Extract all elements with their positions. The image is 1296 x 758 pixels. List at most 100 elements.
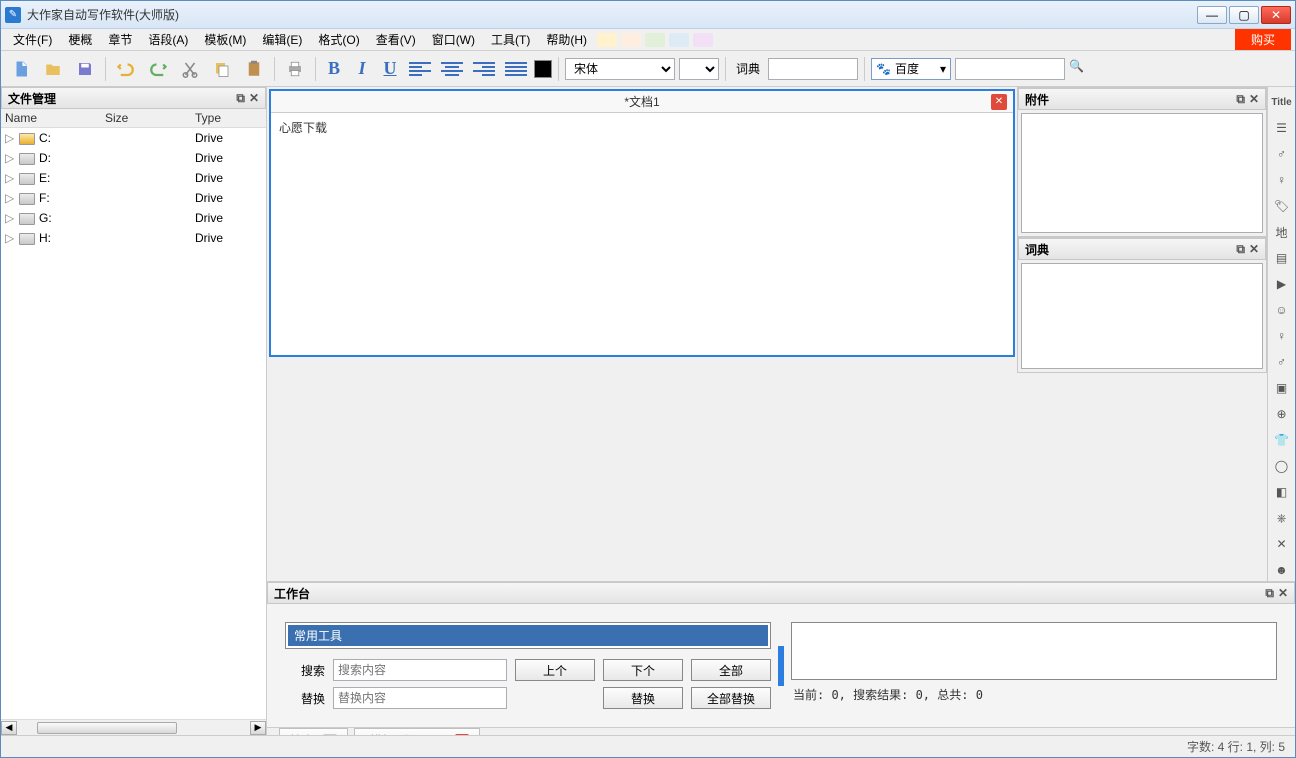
female-icon[interactable]: ♀ <box>1271 169 1293 191</box>
undock-icon[interactable]: ⧉ <box>236 91 245 106</box>
open-file-icon[interactable] <box>39 55 67 83</box>
attach-panel-header[interactable]: 附件 ⧉✕ <box>1018 88 1266 110</box>
worktable-preview[interactable] <box>791 622 1277 680</box>
page-icon[interactable]: ▤ <box>1271 247 1293 269</box>
undock-icon[interactable]: ⧉ <box>1236 92 1245 107</box>
circle-icon[interactable]: ◯ <box>1271 455 1293 477</box>
copy-icon[interactable] <box>208 55 236 83</box>
panel-close-icon[interactable]: ✕ <box>1278 586 1288 601</box>
menu-segment[interactable]: 语段(A) <box>140 29 196 50</box>
menu-outline[interactable]: 梗概 <box>60 29 100 50</box>
tag-icon[interactable]: 🏷 <box>1271 195 1293 217</box>
dict-body[interactable] <box>1021 263 1263 369</box>
search-input[interactable] <box>333 659 507 681</box>
head-icon[interactable]: ☺ <box>1271 299 1293 321</box>
file-tree[interactable]: ▷C:Drive ▷D:Drive ▷E:Drive ▷F:Drive ▷G:D… <box>1 128 266 719</box>
list-item-selected[interactable]: 常用工具 <box>288 625 768 646</box>
color-swatch-2[interactable] <box>621 33 641 47</box>
align-center-button[interactable] <box>438 55 466 83</box>
replace-button[interactable]: 替换 <box>603 687 683 709</box>
venus-icon[interactable]: ♀ <box>1271 325 1293 347</box>
align-left-button[interactable] <box>406 55 434 83</box>
fontsize-select[interactable] <box>679 58 719 80</box>
color-swatch-3[interactable] <box>645 33 665 47</box>
splitter-handle[interactable] <box>778 646 784 686</box>
cross-icon[interactable]: ✕ <box>1271 533 1293 555</box>
face-icon[interactable]: ☻ <box>1271 559 1293 581</box>
search-icon[interactable]: 🔍 <box>1069 59 1089 79</box>
drive-row-h[interactable]: ▷H:Drive <box>1 228 266 248</box>
drive-row-d[interactable]: ▷D:Drive <box>1 148 266 168</box>
prev-button[interactable]: 上个 <box>515 659 595 681</box>
color-swatch-4[interactable] <box>669 33 689 47</box>
font-select[interactable]: 宋体 <box>565 58 675 80</box>
menu-window[interactable]: 窗口(W) <box>424 29 483 50</box>
paste-icon[interactable] <box>240 55 268 83</box>
redo-icon[interactable] <box>144 55 172 83</box>
play-icon[interactable]: ▶ <box>1271 273 1293 295</box>
shirt-icon[interactable]: 👕 <box>1271 429 1293 451</box>
bold-button[interactable]: B <box>322 57 346 81</box>
cut-icon[interactable] <box>176 55 204 83</box>
undo-icon[interactable] <box>112 55 140 83</box>
buy-button[interactable]: 购买 <box>1235 29 1291 50</box>
replace-input[interactable] <box>333 687 507 709</box>
align-justify-button[interactable] <box>502 55 530 83</box>
drive-row-c[interactable]: ▷C:Drive <box>1 128 266 148</box>
male-icon[interactable]: ♂ <box>1271 143 1293 165</box>
scroll-left-icon[interactable]: ◀ <box>1 721 17 735</box>
menu-tools[interactable]: 工具(T) <box>483 29 538 50</box>
save-icon[interactable] <box>71 55 99 83</box>
worktable-header[interactable]: 工作台 ⧉✕ <box>267 582 1295 604</box>
menu-icon[interactable]: ☰ <box>1271 117 1293 139</box>
align-right-button[interactable] <box>470 55 498 83</box>
panel-close-icon[interactable]: ✕ <box>1249 242 1259 257</box>
file-panel-header[interactable]: 文件管理 ⧉✕ <box>1 87 266 109</box>
panel-close-icon[interactable]: ✕ <box>1249 92 1259 107</box>
all-button[interactable]: 全部 <box>691 659 771 681</box>
dict-panel-header[interactable]: 词典 ⧉✕ <box>1018 238 1266 260</box>
menu-help[interactable]: 帮助(H) <box>538 29 595 50</box>
drive-row-e[interactable]: ▷E:Drive <box>1 168 266 188</box>
scroll-thumb[interactable] <box>37 722 177 734</box>
replace-all-button[interactable]: 全部替换 <box>691 687 771 709</box>
web-search-input[interactable] <box>955 58 1065 80</box>
menu-template[interactable]: 模板(M) <box>196 29 254 50</box>
undock-icon[interactable]: ⧉ <box>1265 586 1274 601</box>
menu-edit[interactable]: 编辑(E) <box>254 29 310 50</box>
menu-file[interactable]: 文件(F) <box>5 29 60 50</box>
attach-body[interactable] <box>1021 113 1263 233</box>
scroll-right-icon[interactable]: ▶ <box>250 721 266 735</box>
document-editor[interactable]: 心愿下载 <box>271 113 1013 355</box>
drive-row-g[interactable]: ▷G:Drive <box>1 208 266 228</box>
minimize-button[interactable]: — <box>1197 6 1227 24</box>
italic-button[interactable]: I <box>350 57 374 81</box>
document-close-icon[interactable]: ✕ <box>991 94 1007 110</box>
panel-close-icon[interactable]: ✕ <box>249 91 259 106</box>
shape-icon[interactable]: ◧ <box>1271 481 1293 503</box>
portrait-icon[interactable]: ▣ <box>1271 377 1293 399</box>
color-swatch-5[interactable] <box>693 33 713 47</box>
next-button[interactable]: 下个 <box>603 659 683 681</box>
globe-icon[interactable]: ⊕ <box>1271 403 1293 425</box>
worktable-list[interactable]: 常用工具 <box>285 622 771 649</box>
text-color-button[interactable] <box>534 60 552 78</box>
print-icon[interactable] <box>281 55 309 83</box>
wheel-icon[interactable]: ⎈ <box>1271 507 1293 529</box>
new-file-icon[interactable] <box>7 55 35 83</box>
file-tree-hscroll[interactable]: ◀ ▶ <box>1 719 266 735</box>
menu-view[interactable]: 查看(V) <box>368 29 424 50</box>
underline-button[interactable]: U <box>378 57 402 81</box>
maximize-button[interactable]: ▢ <box>1229 6 1259 24</box>
menu-chapter[interactable]: 章节 <box>100 29 140 50</box>
color-swatch-1[interactable] <box>597 33 617 47</box>
iconbar-title[interactable]: Title <box>1271 91 1293 113</box>
dict-input[interactable] <box>768 58 858 80</box>
titlebar[interactable]: ✎ 大作家自动写作软件(大师版) — ▢ ✕ <box>1 1 1295 29</box>
search-engine-select[interactable]: 🐾 百度 ▾ <box>871 58 951 80</box>
drive-row-f[interactable]: ▷F:Drive <box>1 188 266 208</box>
close-button[interactable]: ✕ <box>1261 6 1291 24</box>
place-icon[interactable]: 地 <box>1271 221 1293 243</box>
menu-format[interactable]: 格式(O) <box>310 29 367 50</box>
mars-icon[interactable]: ♂ <box>1271 351 1293 373</box>
